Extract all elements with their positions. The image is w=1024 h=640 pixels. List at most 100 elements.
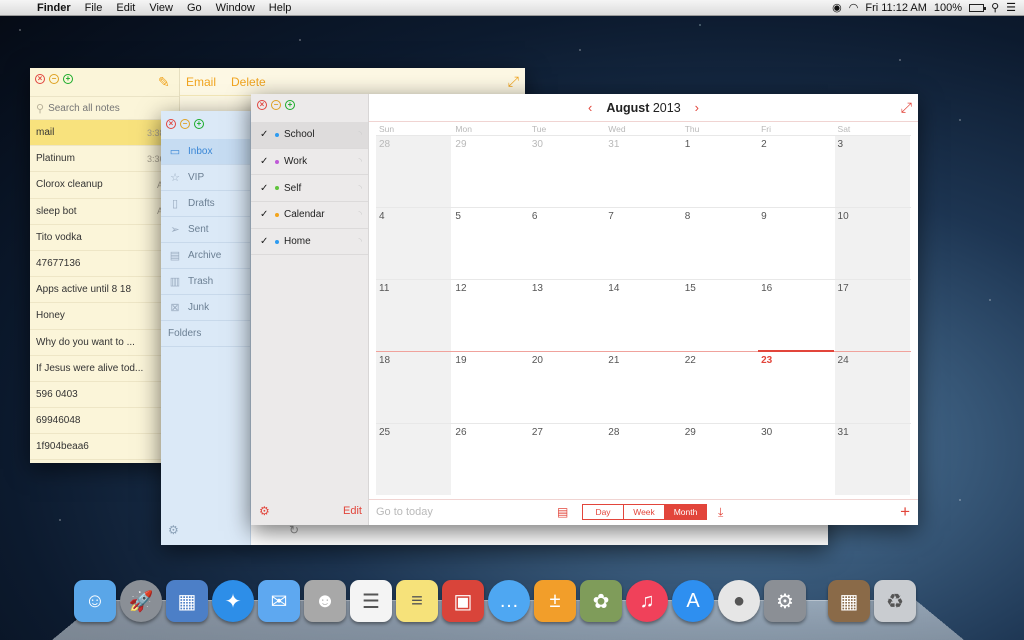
notification-center-icon[interactable]: ☰ xyxy=(1006,1,1016,14)
day-cell[interactable]: 31 xyxy=(835,424,911,495)
day-cell[interactable]: 27 xyxy=(529,424,605,495)
mailbox-sent[interactable]: ➢ Sent xyxy=(161,217,250,243)
day-cell[interactable]: 9 xyxy=(758,208,834,279)
mailbox-junk[interactable]: ⊠ Junk xyxy=(161,295,250,321)
finder-icon[interactable]: ☺ xyxy=(74,580,116,622)
day-cell[interactable]: 21 xyxy=(605,352,681,423)
notes-search-input[interactable] xyxy=(48,103,158,114)
calendars-icon[interactable]: ▤ xyxy=(557,505,568,519)
reminders-icon[interactable]: ☰ xyxy=(350,580,392,622)
fullscreen-icon[interactable]: ⤢ xyxy=(508,73,519,90)
battery-percent[interactable]: 100% xyxy=(934,2,962,14)
checkmark-icon[interactable]: ✓ xyxy=(260,209,270,220)
checkmark-icon[interactable]: ✓ xyxy=(260,236,270,247)
gear-icon[interactable]: ⚙ xyxy=(259,504,270,518)
day-cell[interactable]: 25 xyxy=(376,424,452,495)
previous-month-icon[interactable]: ‹ xyxy=(588,100,592,115)
minimize-icon[interactable]: − xyxy=(271,100,281,110)
day-cell[interactable]: 20 xyxy=(529,352,605,423)
note-list-item[interactable]: 47677136Jul xyxy=(30,251,179,277)
iphoto-icon[interactable]: ✿ xyxy=(580,580,622,622)
calendar-item-work[interactable]: ✓ Work ◝ xyxy=(251,149,368,176)
menu-go[interactable]: Go xyxy=(180,2,209,14)
download-icon[interactable]: ⤓ xyxy=(718,505,723,520)
calendar-item-calendar[interactable]: ✓ Calendar ◝ xyxy=(251,202,368,229)
menu-edit[interactable]: Edit xyxy=(109,2,142,14)
mailbox-drafts[interactable]: ▯ Drafts xyxy=(161,191,250,217)
day-cell[interactable]: 10 xyxy=(835,208,911,279)
zoom-icon[interactable]: + xyxy=(63,74,73,84)
mailbox-trash[interactable]: ▥ Trash xyxy=(161,269,250,295)
day-cell[interactable]: 1 xyxy=(682,136,758,207)
notes-icon[interactable]: ≡ xyxy=(396,580,438,622)
day-cell[interactable]: 6 xyxy=(529,208,605,279)
day-cell[interactable]: 26 xyxy=(452,424,528,495)
day-cell[interactable]: 2 xyxy=(758,136,834,207)
day-cell[interactable]: 29 xyxy=(682,424,758,495)
note-list-item[interactable]: HoneyJul xyxy=(30,303,179,329)
folders-header[interactable]: Folders xyxy=(161,321,250,347)
compose-note-icon[interactable]: ✎ xyxy=(158,74,170,91)
day-cell[interactable]: 23 xyxy=(758,352,834,423)
email-note-button[interactable]: Email xyxy=(186,75,216,89)
system-preferences-icon[interactable]: ⚙ xyxy=(764,580,806,622)
mission-control-icon[interactable]: ▦ xyxy=(166,580,208,622)
note-list-item[interactable]: Tito vodkaJul xyxy=(30,225,179,251)
downloads-stack-icon[interactable]: ▦ xyxy=(828,580,870,622)
day-cell[interactable]: 29 xyxy=(452,136,528,207)
delete-note-button[interactable]: Delete xyxy=(231,75,266,89)
note-list-item[interactable]: Clorox cleanupAug xyxy=(30,172,179,198)
day-cell[interactable]: 28 xyxy=(376,136,452,207)
day-cell[interactable]: 8 xyxy=(682,208,758,279)
note-list-item[interactable]: sleep botAug xyxy=(30,199,179,225)
checkmark-icon[interactable]: ✓ xyxy=(260,183,270,194)
day-cell[interactable]: 5 xyxy=(452,208,528,279)
safari-icon[interactable]: ✦ xyxy=(212,580,254,622)
day-cell[interactable]: 31 xyxy=(605,136,681,207)
day-cell[interactable]: 11 xyxy=(376,280,452,351)
spotlight-icon[interactable]: ⚲ xyxy=(991,1,999,14)
day-cell[interactable]: 30 xyxy=(529,136,605,207)
next-month-icon[interactable]: › xyxy=(695,100,699,115)
calendar-item-self[interactable]: ✓ Self ◝ xyxy=(251,175,368,202)
mailbox-inbox[interactable]: ▭ Inbox xyxy=(161,139,250,165)
minimize-icon[interactable]: − xyxy=(49,74,59,84)
close-icon[interactable]: × xyxy=(166,119,176,129)
calendar-item-school[interactable]: ✓ School ◝ xyxy=(251,122,368,149)
trash-can-icon[interactable]: ♻ xyxy=(874,580,916,622)
view-day-button[interactable]: Day xyxy=(583,505,624,519)
day-cell[interactable]: 7 xyxy=(605,208,681,279)
menu-window[interactable]: Window xyxy=(209,2,262,14)
add-event-icon[interactable]: + xyxy=(900,502,910,522)
app-store-icon[interactable]: A xyxy=(672,580,714,622)
notification-icon[interactable]: ◉ xyxy=(832,1,842,14)
mailbox-archive[interactable]: ▤ Archive xyxy=(161,243,250,269)
mail-icon[interactable]: ✉ xyxy=(258,580,300,622)
go-to-today-button[interactable]: Go to today xyxy=(376,506,433,518)
gear-icon[interactable]: ⚙ xyxy=(168,523,179,537)
menu-clock[interactable]: Fri 11:12 AM xyxy=(865,2,927,14)
mailbox-vip[interactable]: ☆ VIP xyxy=(161,165,250,191)
game-center-icon[interactable]: ● xyxy=(718,580,760,622)
zoom-icon[interactable]: + xyxy=(285,100,295,110)
day-cell[interactable]: 28 xyxy=(605,424,681,495)
note-list-item[interactable]: If Jesus were alive tod...Ju xyxy=(30,356,179,382)
calculator-icon[interactable]: ± xyxy=(534,580,576,622)
launchpad-icon[interactable]: 🚀 xyxy=(120,580,162,622)
day-cell[interactable]: 19 xyxy=(452,352,528,423)
battery-icon[interactable] xyxy=(969,4,984,12)
wifi-icon[interactable]: ◠ xyxy=(849,1,859,14)
checkmark-icon[interactable]: ✓ xyxy=(260,129,270,140)
note-list-item[interactable]: 596 0403Ju xyxy=(30,382,179,408)
day-cell[interactable]: 3 xyxy=(835,136,911,207)
contacts-icon[interactable]: ☻ xyxy=(304,580,346,622)
view-month-button[interactable]: Month xyxy=(665,505,706,519)
day-cell[interactable]: 18 xyxy=(376,352,452,423)
edit-calendars-button[interactable]: Edit xyxy=(343,505,362,517)
day-cell[interactable]: 12 xyxy=(452,280,528,351)
zoom-icon[interactable]: + xyxy=(194,119,204,129)
menu-help[interactable]: Help xyxy=(262,2,299,14)
note-list-item[interactable]: 1f904beaa6Ju xyxy=(30,434,179,460)
calendar-item-home[interactable]: ✓ Home ◝ xyxy=(251,229,368,256)
checkmark-icon[interactable]: ✓ xyxy=(260,156,270,167)
